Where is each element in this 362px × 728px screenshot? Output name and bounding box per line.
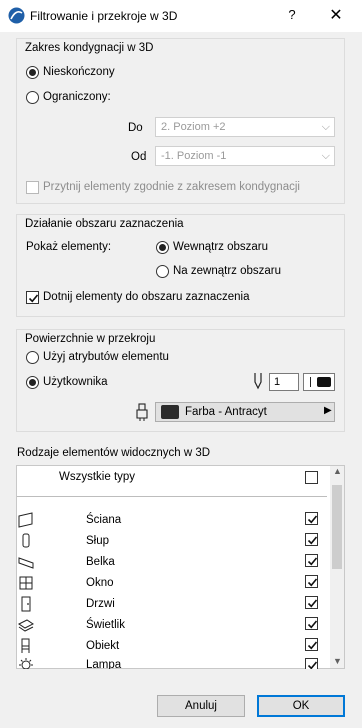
scroll-down-icon[interactable]: ▼ bbox=[333, 656, 342, 666]
list-item-checkbox[interactable] bbox=[305, 658, 318, 669]
window-icon bbox=[19, 576, 33, 590]
fill-select-label: Farba - Antracyt bbox=[185, 406, 267, 418]
list-item[interactable]: Obiekt bbox=[17, 636, 329, 656]
beam-icon bbox=[18, 557, 34, 569]
list-item-checkbox[interactable] bbox=[305, 533, 318, 546]
trim-marquee-checkbox[interactable] bbox=[26, 291, 39, 304]
pen-number-input[interactable]: 1 bbox=[269, 373, 299, 391]
list-item[interactable]: Okno bbox=[17, 573, 329, 593]
list-item[interactable]: Belka bbox=[17, 552, 329, 572]
check-icon bbox=[307, 661, 318, 669]
check-icon bbox=[307, 641, 318, 650]
radio-infinite-label: Nieskończony bbox=[43, 66, 115, 78]
radio-limited-label: Ograniczony: bbox=[43, 91, 111, 103]
list-item-checkbox[interactable] bbox=[305, 554, 318, 567]
list-item-label: Belka bbox=[86, 556, 115, 568]
lamp-icon bbox=[19, 658, 33, 669]
to-story-select[interactable]: 2. Poziom +2 ⌵ bbox=[155, 117, 335, 137]
list-item-checkbox[interactable] bbox=[305, 512, 318, 525]
chevron-down-icon: ⌵ bbox=[321, 121, 330, 133]
window-title: Filtrowanie i przekroje w 3D bbox=[30, 9, 178, 23]
marquee-title: Działanie obszaru zaznaczenia bbox=[25, 218, 184, 230]
story-range-title: Zakres kondygnacji w 3D bbox=[25, 42, 154, 54]
pen-icon bbox=[254, 373, 262, 390]
radio-limited[interactable] bbox=[26, 91, 39, 104]
caret-right-icon: ▶ bbox=[324, 405, 332, 416]
list-item-label: Świetlik bbox=[86, 619, 125, 631]
pen-color-swatch[interactable] bbox=[303, 373, 335, 391]
radio-inside-label: Wewnątrz obszaru bbox=[173, 241, 269, 253]
fill-select-button[interactable]: Farba - Antracyt ▶ bbox=[155, 402, 335, 422]
radio-element-attributes-label: Użyj atrybutów elementu bbox=[43, 351, 169, 363]
list-item-label: Słup bbox=[86, 535, 110, 547]
chevron-down-icon: ⌵ bbox=[321, 150, 330, 162]
list-item[interactable]: Słup bbox=[17, 531, 329, 551]
wall-icon bbox=[18, 512, 33, 528]
list-item[interactable]: Drzwi bbox=[17, 594, 329, 614]
radio-inside[interactable] bbox=[156, 241, 169, 254]
from-label: Od bbox=[131, 151, 147, 163]
scrollbar-thumb[interactable] bbox=[332, 485, 342, 569]
skylight-icon bbox=[18, 619, 34, 632]
door-icon bbox=[21, 596, 31, 612]
cut-surfaces-title: Powierzchnie w przekroju bbox=[25, 333, 156, 345]
archicad-app-icon bbox=[8, 7, 25, 24]
radio-outside-label: Na zewnątrz obszaru bbox=[173, 265, 282, 277]
list-item-label: Ściana bbox=[86, 514, 122, 526]
from-story-select[interactable]: -1. Poziom -1 ⌵ bbox=[155, 146, 335, 166]
check-icon bbox=[28, 294, 39, 303]
check-icon bbox=[307, 557, 318, 566]
close-button[interactable]: ✕ bbox=[322, 5, 350, 25]
help-button[interactable]: ? bbox=[280, 7, 304, 25]
list-item-label: Okno bbox=[86, 577, 114, 589]
list-item-checkbox[interactable] bbox=[305, 596, 318, 609]
fill-brush-icon bbox=[136, 403, 148, 421]
list-item[interactable]: Ściana bbox=[17, 510, 329, 530]
cancel-button[interactable]: Anuluj bbox=[157, 695, 245, 717]
trim-marquee-label: Dotnij elementy do obszaru zaznaczenia bbox=[43, 291, 250, 303]
list-item-checkbox[interactable] bbox=[305, 575, 318, 588]
to-label: Do bbox=[128, 122, 143, 134]
list-item-checkbox[interactable] bbox=[305, 638, 318, 651]
radio-outside[interactable] bbox=[156, 265, 169, 278]
object-icon bbox=[21, 638, 30, 653]
ok-button[interactable]: OK bbox=[257, 695, 345, 717]
list-item-label: Drzwi bbox=[86, 598, 115, 610]
pen-color-line bbox=[310, 377, 311, 387]
check-icon bbox=[307, 599, 318, 608]
scroll-up-icon[interactable]: ▲ bbox=[333, 466, 342, 476]
column-icon bbox=[22, 533, 30, 548]
list-item[interactable]: Lampa bbox=[17, 657, 329, 669]
list-item[interactable]: Świetlik bbox=[17, 615, 329, 635]
radio-user-label: Użytkownika bbox=[43, 376, 108, 388]
all-types-checkbox[interactable] bbox=[305, 471, 318, 484]
show-elements-label: Pokaż elementy: bbox=[26, 241, 112, 253]
to-story-value: 2. Poziom +2 bbox=[161, 121, 226, 133]
radio-user[interactable] bbox=[26, 376, 39, 389]
list-item-label: Obiekt bbox=[86, 640, 120, 652]
pen-color-fill bbox=[317, 377, 331, 387]
fill-swatch bbox=[161, 405, 179, 419]
radio-infinite[interactable] bbox=[26, 66, 39, 79]
from-story-value: -1. Poziom -1 bbox=[161, 150, 227, 162]
types-title: Rodzaje elementów widocznych w 3D bbox=[17, 447, 211, 459]
radio-element-attributes[interactable] bbox=[26, 351, 39, 364]
list-item-label: Lampa bbox=[86, 659, 122, 669]
all-types-label: Wszystkie typy bbox=[59, 471, 136, 483]
list-divider bbox=[17, 496, 327, 497]
list-item-checkbox[interactable] bbox=[305, 617, 318, 630]
check-icon bbox=[307, 578, 318, 587]
trim-story-checkbox[interactable] bbox=[26, 181, 39, 194]
check-icon bbox=[307, 536, 318, 545]
trim-story-label: Przytnij elementy zgodnie z zakresem kon… bbox=[43, 181, 300, 193]
check-icon bbox=[307, 620, 318, 629]
check-icon bbox=[307, 515, 318, 524]
